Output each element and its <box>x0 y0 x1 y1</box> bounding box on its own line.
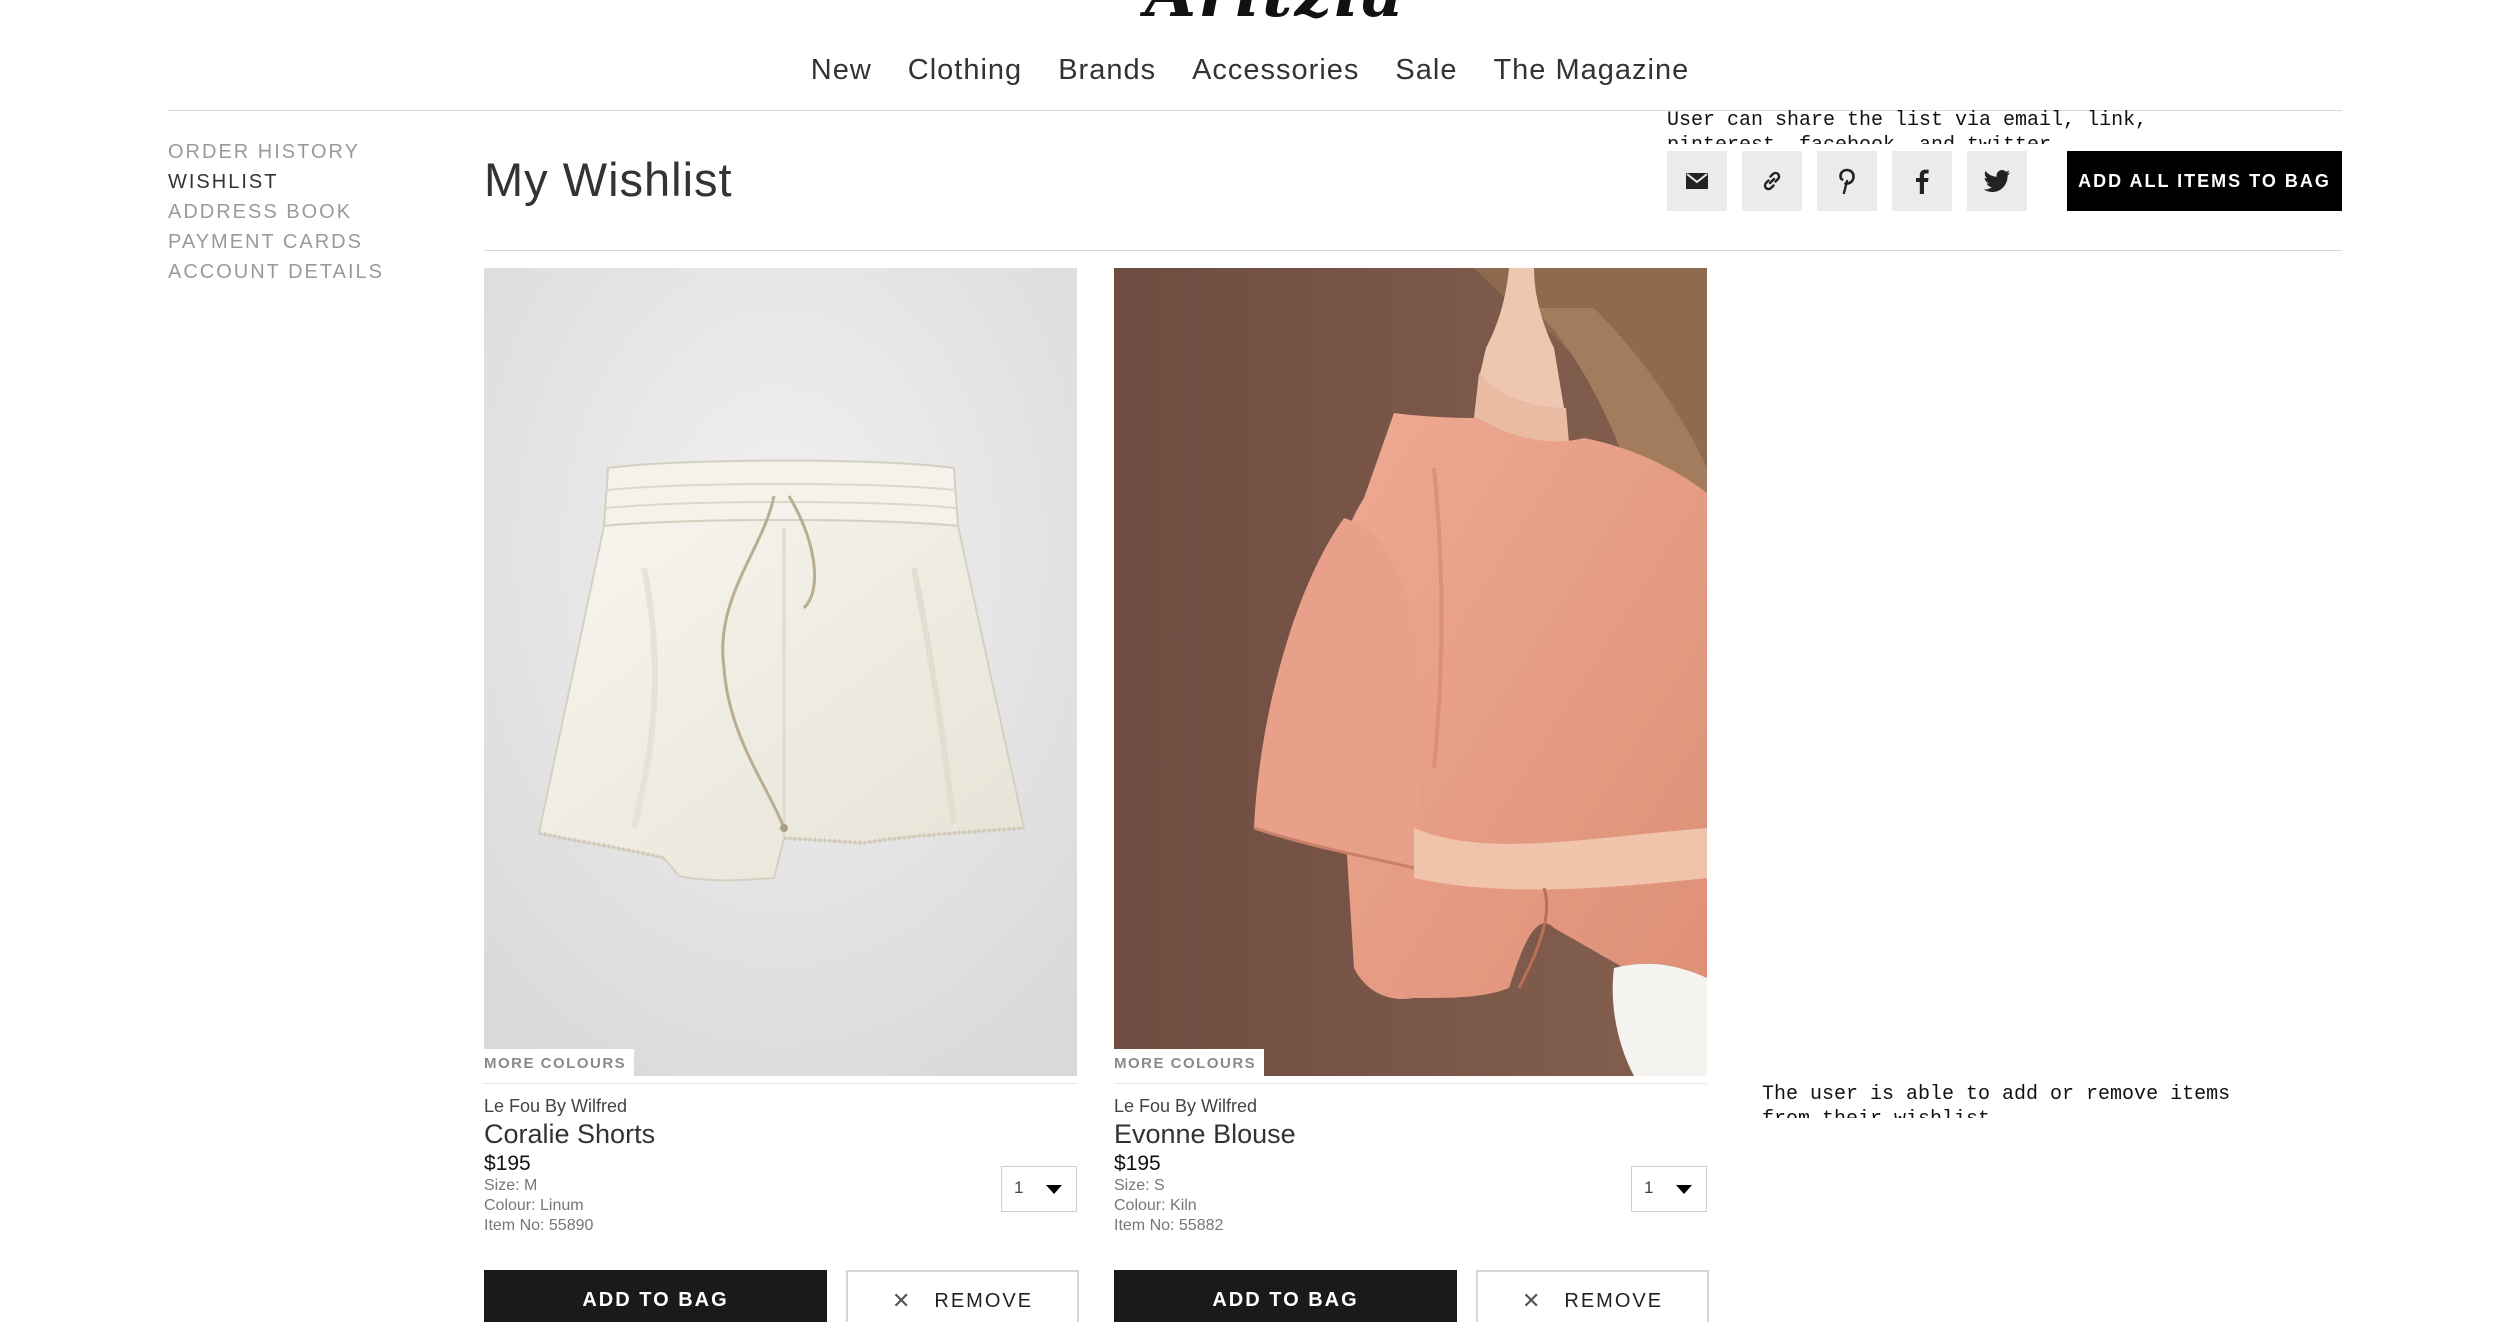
remove-annotation-line: The user is able to add or remove items <box>1762 1083 2231 1106</box>
product-colour: Colour: Linum <box>484 1197 584 1214</box>
share-link-button[interactable] <box>1742 151 1802 211</box>
sidebar-item-order-history[interactable]: ORDER HISTORY <box>168 137 448 167</box>
chevron-down-icon <box>1046 1185 1062 1194</box>
nav-item-magazine[interactable]: The Magazine <box>1493 54 1689 87</box>
sidebar-item-account-details[interactable]: ACCOUNT DETAILS <box>168 257 448 287</box>
image-divider <box>484 1083 1077 1084</box>
remove-annotation: The user is able to add or remove items … <box>1762 1082 2322 1118</box>
account-sidebar: ORDER HISTORY WISHLIST ADDRESS BOOK PAYM… <box>168 137 448 287</box>
product-item-number: Item No: 55890 <box>484 1217 594 1234</box>
product-brand: Le Fou By Wilfred <box>1114 1096 1258 1116</box>
more-colours-label[interactable]: MORE COLOURS <box>484 1049 635 1076</box>
share-pinterest-button[interactable] <box>1817 151 1877 211</box>
sidebar-item-wishlist[interactable]: WISHLIST <box>168 167 448 197</box>
remove-label: REMOVE <box>1564 1289 1664 1312</box>
link-icon <box>1763 171 1781 191</box>
pinterest-icon <box>1839 168 1855 194</box>
remove-button[interactable]: ✕ REMOVE <box>1476 1270 1709 1322</box>
page-title: My Wishlist <box>484 153 733 206</box>
product-image[interactable]: MORE COLOURS <box>1114 268 1707 1076</box>
share-annotation-line: User can share the list via email, link, <box>1667 109 2148 132</box>
facebook-icon <box>1916 169 1929 194</box>
nav-item-accessories[interactable]: Accessories <box>1192 54 1359 87</box>
sidebar-item-address-book[interactable]: ADDRESS BOOK <box>168 197 448 227</box>
share-facebook-button[interactable] <box>1892 151 1952 211</box>
quantity-value: 1 <box>1644 1178 1654 1197</box>
add-all-to-bag-button[interactable]: ADD ALL ITEMS TO BAG <box>2067 151 2342 211</box>
mail-icon <box>1686 173 1708 189</box>
image-divider <box>1114 1083 1707 1084</box>
product-image-blouse <box>1114 268 1707 1076</box>
product-name[interactable]: Evonne Blouse <box>1114 1119 1707 1150</box>
remove-button[interactable]: ✕ REMOVE <box>846 1270 1079 1322</box>
product-name[interactable]: Coralie Shorts <box>484 1119 1077 1150</box>
wishlist-item: MORE COLOURS Le Fou By Wilfred Evonne Bl… <box>1114 268 1709 1322</box>
heading-divider <box>484 250 2342 251</box>
add-to-bag-button[interactable]: ADD TO BAG <box>484 1270 827 1322</box>
share-annotation-line: pinterest, facebook, and twitter <box>1667 133 2227 144</box>
product-image-shorts <box>484 268 1077 1076</box>
nav-item-sale[interactable]: Sale <box>1395 54 1457 87</box>
quantity-value: 1 <box>1014 1178 1024 1197</box>
chevron-down-icon <box>1676 1185 1692 1194</box>
nav-item-brands[interactable]: Brands <box>1058 54 1156 87</box>
brand-logo[interactable]: Aritzia <box>1145 0 1404 30</box>
share-annotation: User can share the list via email, link,… <box>1667 108 2227 144</box>
share-email-button[interactable] <box>1667 151 1727 211</box>
share-twitter-button[interactable] <box>1967 151 2027 211</box>
nav-item-clothing[interactable]: Clothing <box>908 54 1022 87</box>
twitter-icon <box>1983 170 2010 192</box>
remove-label: REMOVE <box>934 1289 1034 1312</box>
product-size: Size: M <box>484 1177 538 1194</box>
share-icons <box>1667 151 2042 211</box>
close-icon: ✕ <box>891 1288 913 1313</box>
product-size: Size: S <box>1114 1177 1165 1194</box>
quantity-select[interactable]: 1 <box>1001 1166 1077 1212</box>
product-colour: Colour: Kiln <box>1114 1197 1197 1214</box>
main-nav: New Clothing Brands Accessories Sale The… <box>0 50 2500 90</box>
nav-item-new[interactable]: New <box>811 54 872 87</box>
remove-annotation-line: from their wishlist <box>1762 1107 2322 1118</box>
quantity-select[interactable]: 1 <box>1631 1166 1707 1212</box>
product-image[interactable]: MORE COLOURS <box>484 268 1077 1076</box>
wishlist-item: MORE COLOURS Le Fou By Wilfred Coralie S… <box>484 268 1079 1322</box>
add-to-bag-button[interactable]: ADD TO BAG <box>1114 1270 1457 1322</box>
product-brand: Le Fou By Wilfred <box>484 1096 628 1116</box>
product-item-number: Item No: 55882 <box>1114 1217 1224 1234</box>
product-price: $195 <box>1114 1152 1161 1175</box>
wishlist-page: Aritzia New Clothing Brands Accessories … <box>0 0 2500 1322</box>
sidebar-item-payment-cards[interactable]: PAYMENT CARDS <box>168 227 448 257</box>
product-price: $195 <box>484 1152 531 1175</box>
more-colours-label[interactable]: MORE COLOURS <box>1114 1049 1265 1076</box>
close-icon: ✕ <box>1521 1288 1543 1313</box>
